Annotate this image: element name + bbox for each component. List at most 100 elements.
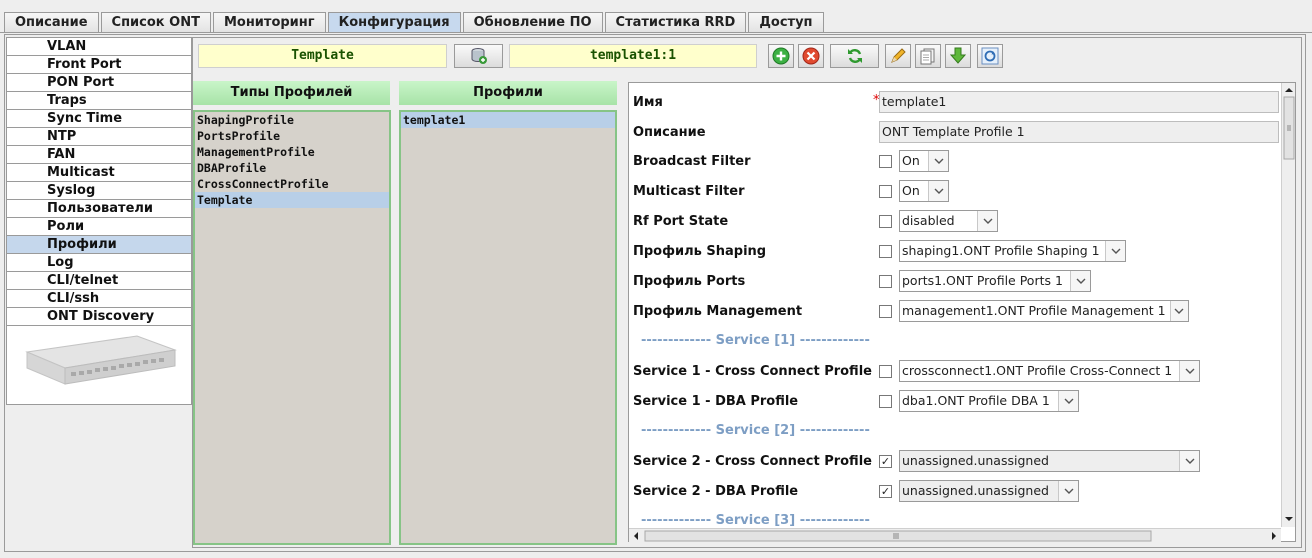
service1-crossconnect-row: Service 1 - Cross Connect Profile crossc… bbox=[633, 360, 1273, 386]
profile-type-shaping[interactable]: ShapingProfile bbox=[195, 112, 389, 128]
sidebar-item-fan[interactable]: FAN bbox=[7, 146, 191, 164]
description-label: Описание bbox=[633, 125, 706, 140]
service1-crossconnect-checkbox[interactable] bbox=[879, 365, 892, 378]
sidebar-item-ont-discovery[interactable]: ONT Discovery bbox=[7, 308, 191, 326]
service1-crossconnect-select[interactable]: crossconnect1.ONT Profile Cross-Connect … bbox=[899, 360, 1200, 382]
multicast-filter-row: Multicast Filter On bbox=[633, 180, 1273, 206]
rf-port-state-select[interactable]: disabled bbox=[899, 210, 998, 232]
service2-crossconnect-select[interactable]: unassigned.unassigned bbox=[899, 450, 1200, 472]
rf-port-state-checkbox[interactable] bbox=[879, 215, 892, 228]
profile-type-dba[interactable]: DBAProfile bbox=[195, 160, 389, 176]
shaping-profile-row: Профиль Shaping shaping1.ONT Profile Sha… bbox=[633, 240, 1273, 266]
refresh-icon bbox=[847, 49, 862, 63]
sidebar-item-traps[interactable]: Traps bbox=[7, 92, 191, 110]
add-profile-button[interactable] bbox=[768, 44, 794, 68]
delete-profile-button[interactable] bbox=[798, 44, 824, 68]
name-field[interactable]: template1 bbox=[879, 91, 1279, 113]
ports-profile-row: Профиль Ports ports1.ONT Profile Ports 1 bbox=[633, 270, 1273, 296]
service-1-separator: ------------- Service [1] ------------- bbox=[641, 333, 870, 348]
sidebar-item-multicast[interactable]: Multicast bbox=[7, 164, 191, 182]
sidebar-item-roles[interactable]: Роли bbox=[7, 218, 191, 236]
service2-crossconnect-checkbox[interactable]: ✓ bbox=[879, 455, 892, 468]
download-button[interactable] bbox=[945, 44, 971, 68]
profile-type-ports[interactable]: PortsProfile bbox=[195, 128, 389, 144]
sidebar-item-log[interactable]: Log bbox=[7, 254, 191, 272]
tab-firmware-update[interactable]: Обновление ПО bbox=[462, 12, 603, 32]
sidebar-item-users[interactable]: Пользователи bbox=[7, 200, 191, 218]
service2-crossconnect-value: unassigned.unassigned bbox=[900, 451, 1180, 471]
sync-button[interactable] bbox=[977, 44, 1003, 68]
download-icon bbox=[949, 47, 967, 64]
profile-type-template[interactable]: Template bbox=[195, 192, 389, 208]
chevron-down-icon bbox=[1059, 391, 1078, 411]
service1-dba-select[interactable]: dba1.ONT Profile DBA 1 bbox=[899, 390, 1079, 412]
tab-ont-list[interactable]: Список ONT bbox=[100, 12, 211, 32]
database-refresh-icon bbox=[471, 48, 487, 64]
edit-icon bbox=[891, 48, 906, 63]
service1-dba-row: Service 1 - DBA Profile dba1.ONT Profile… bbox=[633, 390, 1273, 416]
add-icon bbox=[772, 47, 790, 65]
sidebar-item-ntp[interactable]: NTP bbox=[7, 128, 191, 146]
refresh-button[interactable] bbox=[830, 44, 879, 68]
broadcast-filter-checkbox[interactable] bbox=[879, 155, 892, 168]
ports-profile-select[interactable]: ports1.ONT Profile Ports 1 bbox=[899, 270, 1091, 292]
shaping-profile-select[interactable]: shaping1.ONT Profile Shaping 1 bbox=[899, 240, 1126, 262]
sidebar-item-cli-telnet[interactable]: CLI/telnet bbox=[7, 272, 191, 290]
sidebar-item-pon-port[interactable]: PON Port bbox=[7, 74, 191, 92]
service2-dba-checkbox[interactable]: ✓ bbox=[879, 485, 892, 498]
service2-dba-select[interactable]: unassigned.unassigned bbox=[899, 480, 1079, 502]
broadcast-filter-value: On bbox=[900, 151, 929, 171]
profile-type-crossconnect[interactable]: CrossConnectProfile bbox=[195, 176, 389, 192]
ports-profile-label: Профиль Ports bbox=[633, 274, 746, 289]
ports-profile-value: ports1.ONT Profile Ports 1 bbox=[900, 271, 1071, 291]
tab-access[interactable]: Доступ bbox=[748, 12, 824, 32]
sidebar-item-front-port[interactable]: Front Port bbox=[7, 56, 191, 74]
rf-port-state-row: Rf Port State disabled bbox=[633, 210, 1273, 236]
shaping-profile-value: shaping1.ONT Profile Shaping 1 bbox=[900, 241, 1106, 261]
broadcast-filter-row: Broadcast Filter On bbox=[633, 150, 1273, 176]
ports-profile-checkbox[interactable] bbox=[879, 275, 892, 288]
multicast-filter-value: On bbox=[900, 181, 929, 201]
service2-dba-row: Service 2 - DBA Profile ✓ unassigned.una… bbox=[633, 480, 1273, 506]
sidebar-item-cli-ssh[interactable]: CLI/ssh bbox=[7, 290, 191, 308]
scrollbar-arrows-h bbox=[634, 530, 1276, 542]
multicast-filter-select[interactable]: On bbox=[899, 180, 949, 202]
olt-device-image bbox=[25, 335, 177, 385]
multicast-filter-checkbox[interactable] bbox=[879, 185, 892, 198]
database-refresh-button[interactable] bbox=[454, 44, 503, 68]
tab-description[interactable]: Описание bbox=[4, 12, 99, 32]
service1-dba-value: dba1.ONT Profile DBA 1 bbox=[900, 391, 1059, 411]
sync-icon bbox=[981, 47, 999, 65]
sidebar-item-sync-time[interactable]: Sync Time bbox=[7, 110, 191, 128]
sidebar-item-vlan[interactable]: VLAN bbox=[7, 38, 191, 56]
management-profile-label: Профиль Management bbox=[633, 304, 803, 319]
broadcast-filter-select[interactable]: On bbox=[899, 150, 949, 172]
chevron-down-icon bbox=[978, 211, 997, 231]
profile-form: Имя * template1 Описание ONT Template Pr… bbox=[628, 82, 1296, 542]
management-profile-checkbox[interactable] bbox=[879, 305, 892, 318]
edit-button[interactable] bbox=[885, 44, 911, 68]
main-tabs: Описание Список ONT Мониторинг Конфигура… bbox=[4, 12, 826, 32]
chevron-down-icon bbox=[1180, 361, 1199, 381]
management-profile-select[interactable]: management1.ONT Profile Management 1 bbox=[899, 300, 1189, 322]
profile-types-list: ShapingProfile PortsProfile ManagementPr… bbox=[193, 110, 391, 545]
tab-monitoring[interactable]: Мониторинг bbox=[212, 12, 326, 32]
tab-rrd-statistics[interactable]: Статистика RRD bbox=[604, 12, 747, 32]
profile-field: template1:1 bbox=[509, 44, 757, 68]
copy-button[interactable] bbox=[915, 44, 941, 68]
rf-port-state-label: Rf Port State bbox=[633, 214, 729, 229]
sidebar-item-syslog[interactable]: Syslog bbox=[7, 182, 191, 200]
profile-types-header: Типы Профилей bbox=[193, 81, 390, 105]
description-field[interactable]: ONT Template Profile 1 bbox=[879, 121, 1279, 143]
service1-crossconnect-value: crossconnect1.ONT Profile Cross-Connect … bbox=[900, 361, 1180, 381]
tab-configuration[interactable]: Конфигурация bbox=[327, 12, 461, 32]
sidebar-item-profiles[interactable]: Профили bbox=[7, 236, 191, 254]
service1-dba-checkbox[interactable] bbox=[879, 395, 892, 408]
form-horizontal-scrollbar[interactable] bbox=[629, 528, 1281, 542]
profile-type-management[interactable]: ManagementProfile bbox=[195, 144, 389, 160]
form-vertical-scrollbar[interactable] bbox=[1281, 83, 1295, 527]
shaping-profile-checkbox[interactable] bbox=[879, 245, 892, 258]
chevron-down-icon bbox=[1106, 241, 1125, 261]
profile-item-template1[interactable]: template1 bbox=[401, 112, 615, 128]
profile-type-field: Template bbox=[198, 44, 447, 68]
